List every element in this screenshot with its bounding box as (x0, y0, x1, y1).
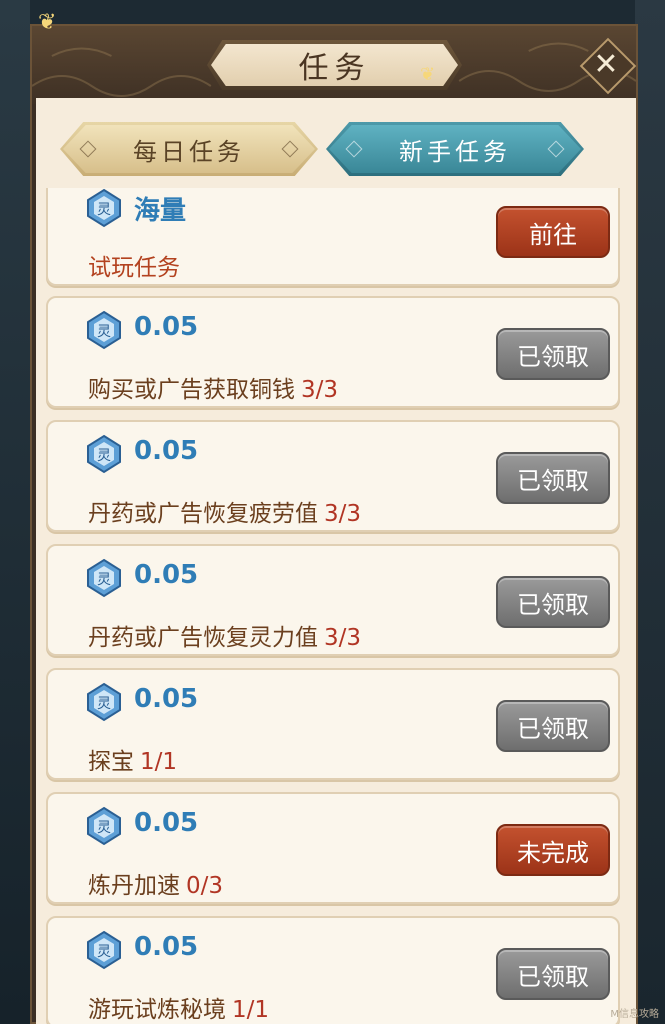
incomplete-button[interactable]: 未完成 (496, 824, 610, 876)
spirit-stone-icon: 灵 (87, 558, 121, 598)
reward-amount: 0.05 (134, 684, 199, 714)
task-name: 丹药或广告恢复疲劳值 3/3 (88, 501, 362, 527)
tab-label: 每日任务 (133, 137, 245, 166)
reward-amount: 海量 (134, 196, 187, 226)
svg-text:灵: 灵 (97, 572, 111, 588)
reward-amount: 0.05 (134, 932, 199, 962)
close-icon[interactable]: ✕ (593, 47, 618, 82)
task-name: 购买或广告获取铜钱 3/3 (88, 377, 339, 403)
spirit-stone-icon: 灵 (87, 806, 121, 846)
svg-text:灵: 灵 (97, 324, 111, 340)
tab-newbie-tasks[interactable]: 新手任务 (326, 122, 584, 176)
task-name: 丹药或广告恢复灵力值 3/3 (88, 625, 362, 651)
task-name: 探宝 1/1 (88, 749, 178, 775)
task-card: 灵 0.05 购买或广告获取铜钱 3/3 已领取 (46, 296, 620, 408)
close-button[interactable]: ✕ (579, 37, 637, 95)
svg-text:灵: 灵 (97, 696, 111, 712)
svg-text:灵: 灵 (97, 202, 111, 218)
spirit-stone-icon: 灵 (87, 188, 121, 228)
claimed-button[interactable]: 已领取 (496, 452, 610, 504)
dialog-title: 任务 (298, 51, 371, 86)
reward-amount: 0.05 (134, 560, 199, 590)
butterfly-icon: ❦ (420, 64, 436, 85)
spirit-stone-icon: 灵 (87, 930, 121, 970)
task-card: 灵 海量 试玩任务 前往 (46, 188, 620, 286)
spirit-stone-icon: 灵 (87, 682, 121, 722)
watermark: M信息攻略 (610, 1009, 659, 1020)
task-card: 灵 0.05 炼丹加速 0/3 未完成 (46, 792, 620, 904)
claimed-button[interactable]: 已领取 (496, 948, 610, 1000)
task-list[interactable]: 灵 海量 试玩任务 前往 灵 0.05 购买或广告获取铜钱 3/3 已领取 灵 0… (36, 188, 636, 1024)
task-card: 灵 0.05 探宝 1/1 已领取 (46, 668, 620, 780)
task-card: 灵 0.05 丹药或广告恢复灵力值 3/3 已领取 (46, 544, 620, 656)
claimed-button[interactable]: 已领取 (496, 576, 610, 628)
reward-amount: 0.05 (134, 808, 199, 838)
background-right (635, 0, 665, 1024)
tab-daily-tasks[interactable]: 每日任务 (60, 122, 318, 176)
svg-text:灵: 灵 (97, 448, 111, 464)
reward-amount: 0.05 (134, 312, 199, 342)
task-name: 游玩试炼秘境 1/1 (88, 997, 270, 1023)
tab-label: 新手任务 (399, 137, 511, 166)
task-name: 试玩任务 (88, 255, 180, 281)
task-name: 炼丹加速 0/3 (88, 873, 224, 899)
butterfly-icon: ❦ (38, 10, 57, 35)
spirit-stone-icon: 灵 (87, 310, 121, 350)
spirit-stone-icon: 灵 (87, 434, 121, 474)
background-left (0, 0, 30, 1024)
claimed-button[interactable]: 已领取 (496, 700, 610, 752)
svg-text:灵: 灵 (97, 820, 111, 836)
claimed-button[interactable]: 已领取 (496, 328, 610, 380)
svg-text:灵: 灵 (97, 944, 111, 960)
go-button[interactable]: 前往 (496, 206, 610, 258)
reward-amount: 0.05 (134, 436, 199, 466)
task-card: 灵 0.05 游玩试炼秘境 1/1 已领取 (46, 916, 620, 1024)
task-card: 灵 0.05 丹药或广告恢复疲劳值 3/3 已领取 (46, 420, 620, 532)
